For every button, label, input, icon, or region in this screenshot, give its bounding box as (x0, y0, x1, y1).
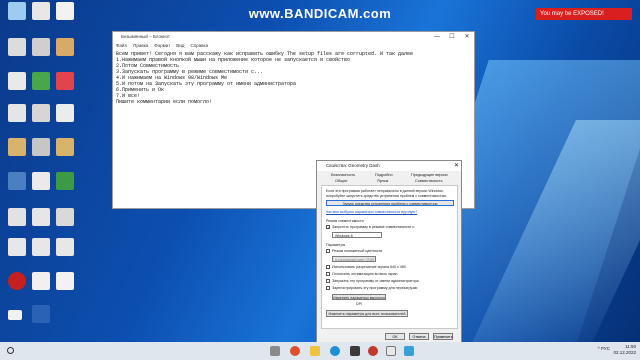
disable-fullscreen-label: Отключить оптимизацию во весь экран (332, 272, 398, 276)
manual-settings-link[interactable]: Как мне выбрать параметры совместимости … (326, 210, 417, 214)
res-640-label: Использовать разрешение экрана 640 x 480 (332, 265, 406, 269)
taskbar: ^ РУС 11:50 02.12.2022 (0, 342, 640, 360)
register-restart-label: Зарегистрировать эту программу для перез… (332, 286, 418, 290)
desktop-icon[interactable] (8, 238, 26, 256)
notepad-menubar: Файл Правка Формат Вид Справка (113, 42, 474, 50)
clock[interactable]: 11:50 02.12.2022 (613, 344, 636, 356)
troubleshoot-button[interactable]: Запуск средства устранения проблем с сов… (326, 200, 454, 206)
register-restart-checkbox[interactable] (326, 286, 330, 291)
intro-text: Если эта программа работает неправильно … (326, 189, 448, 198)
desktop-icon[interactable] (32, 104, 50, 122)
compat-mode-header: Режим совместимости (326, 219, 364, 223)
menu-file[interactable]: Файл (116, 42, 127, 50)
cancel-button[interactable]: Отмена (409, 333, 429, 340)
desktop-icon[interactable] (56, 138, 74, 156)
desktop-icon[interactable] (8, 72, 26, 90)
system-tray[interactable]: ^ РУС (598, 346, 610, 351)
ok-button[interactable]: ОК (385, 333, 405, 340)
register-restart-row[interactable]: Зарегистрировать эту программу для перез… (326, 286, 418, 291)
notepad-titlebar[interactable]: Безымянный – Блокнот — ☐ ✕ (113, 32, 474, 42)
maximize-icon[interactable]: ☐ (445, 32, 459, 42)
compat-mode-checkbox[interactable]: ✓ (326, 225, 330, 230)
notification-badge: You may be EXPOSED! (536, 8, 632, 20)
disable-fullscreen-checkbox[interactable] (326, 272, 330, 277)
desktop-icon[interactable] (8, 208, 26, 226)
desktop-icon[interactable] (32, 38, 50, 56)
menu-view[interactable]: Вид (176, 42, 184, 50)
tab-general[interactable]: Общие (335, 179, 348, 183)
desktop-icon[interactable] (8, 104, 26, 122)
run-as-admin-row[interactable]: Запускать эту программу от имени админис… (326, 279, 419, 284)
taskbar-app-icon[interactable] (350, 346, 360, 356)
desktop-icon[interactable] (32, 272, 50, 290)
taskbar-app-icon[interactable] (404, 346, 414, 356)
desktop-icon[interactable] (56, 2, 74, 20)
dialog-titlebar[interactable]: Свойства: Geometry Dash ✕ (317, 161, 461, 171)
desktop-icon[interactable] (32, 2, 50, 20)
browser-icon[interactable] (290, 346, 300, 356)
desktop-icon[interactable] (32, 208, 50, 226)
notepad-taskbar-icon[interactable] (386, 346, 396, 356)
taskbar-app-icon[interactable] (368, 346, 378, 356)
run-as-admin-checkbox[interactable] (326, 279, 330, 284)
desktop-icon[interactable] (8, 272, 26, 290)
reduced-color-row[interactable]: Режим пониженной цветности (326, 249, 383, 254)
desktop-icon[interactable] (56, 272, 74, 290)
desktop-icon[interactable] (32, 238, 50, 256)
tab-previous-versions[interactable]: Предыдущие версии (411, 173, 448, 177)
desktop-icon[interactable] (56, 38, 74, 56)
disable-fullscreen-row[interactable]: Отключить оптимизацию во весь экран (326, 272, 398, 277)
desktop-icon[interactable] (32, 305, 50, 323)
properties-dialog: Свойства: Geometry Dash ✕ Безопасность П… (316, 160, 462, 343)
compat-os-select[interactable]: Windows 8 (332, 232, 382, 238)
notepad-text-area[interactable]: Всем привет! Сегодня я вам расскажу как … (113, 50, 474, 106)
desktop-icon[interactable] (56, 238, 74, 256)
desktop-icon[interactable] (32, 138, 50, 156)
dialog-title: Свойства: Geometry Dash (326, 163, 380, 168)
desktop-icon[interactable] (56, 208, 74, 226)
apply-button[interactable]: Применить (433, 333, 453, 340)
desktop-icon[interactable] (32, 72, 50, 90)
menu-help[interactable]: Справка (190, 42, 208, 50)
res-640-checkbox[interactable] (326, 265, 330, 270)
run-as-admin-label: Запускать эту программу от имени админис… (332, 279, 419, 283)
compat-mode-checkbox-row[interactable]: ✓ Запустить программу в режиме совместимо… (326, 225, 415, 230)
color-depth-select[interactable]: 8-разрядный цвет (256) (332, 256, 376, 262)
desktop-icon[interactable] (56, 172, 74, 190)
dialog-tabs: Безопасность Подробно Предыдущие версии … (317, 171, 461, 185)
params-header: Параметры (326, 243, 346, 247)
file-explorer-icon[interactable] (310, 346, 320, 356)
tab-details[interactable]: Подробно (375, 173, 393, 177)
desktop-icon[interactable] (8, 310, 22, 320)
res-640-row[interactable]: Использовать разрешение экрана 640 x 480 (326, 265, 406, 270)
tab-compatibility[interactable]: Совместимость (415, 179, 443, 183)
desktop-icon[interactable] (8, 172, 26, 190)
tab-security[interactable]: Безопасность (331, 173, 355, 177)
desktop-icon[interactable] (56, 104, 74, 122)
reduced-color-label: Режим пониженной цветности (332, 249, 383, 253)
edge-icon[interactable] (330, 346, 340, 356)
compatibility-pane: Если эта программа работает неправильно … (321, 185, 458, 329)
minimize-icon[interactable]: — (430, 32, 444, 42)
desktop-icon[interactable] (8, 138, 26, 156)
close-icon[interactable]: ✕ (460, 32, 474, 42)
high-dpi-button[interactable]: Изменить параметры высокого DPI (332, 294, 386, 306)
desktop-icon[interactable] (56, 72, 74, 90)
desktop-icon[interactable] (32, 172, 50, 190)
task-view-icon[interactable] (270, 346, 280, 356)
desktop-icons (0, 0, 90, 340)
clock-date: 02.12.2022 (613, 350, 636, 355)
reduced-color-checkbox[interactable] (326, 249, 330, 254)
desktop-icon[interactable] (8, 2, 26, 20)
menu-format[interactable]: Формат (154, 42, 170, 50)
all-users-button[interactable]: Изменить параметры для всех пользователе… (326, 310, 408, 317)
compat-mode-label: Запустить программу в режиме совместимос… (332, 225, 415, 229)
desktop-icon[interactable] (8, 38, 26, 56)
search-icon[interactable] (7, 347, 14, 354)
close-icon[interactable]: ✕ (454, 161, 459, 171)
tab-shortcut[interactable]: Ярлык (377, 179, 388, 183)
menu-edit[interactable]: Правка (133, 42, 148, 50)
notepad-title: Безымянный – Блокнот (121, 34, 170, 39)
